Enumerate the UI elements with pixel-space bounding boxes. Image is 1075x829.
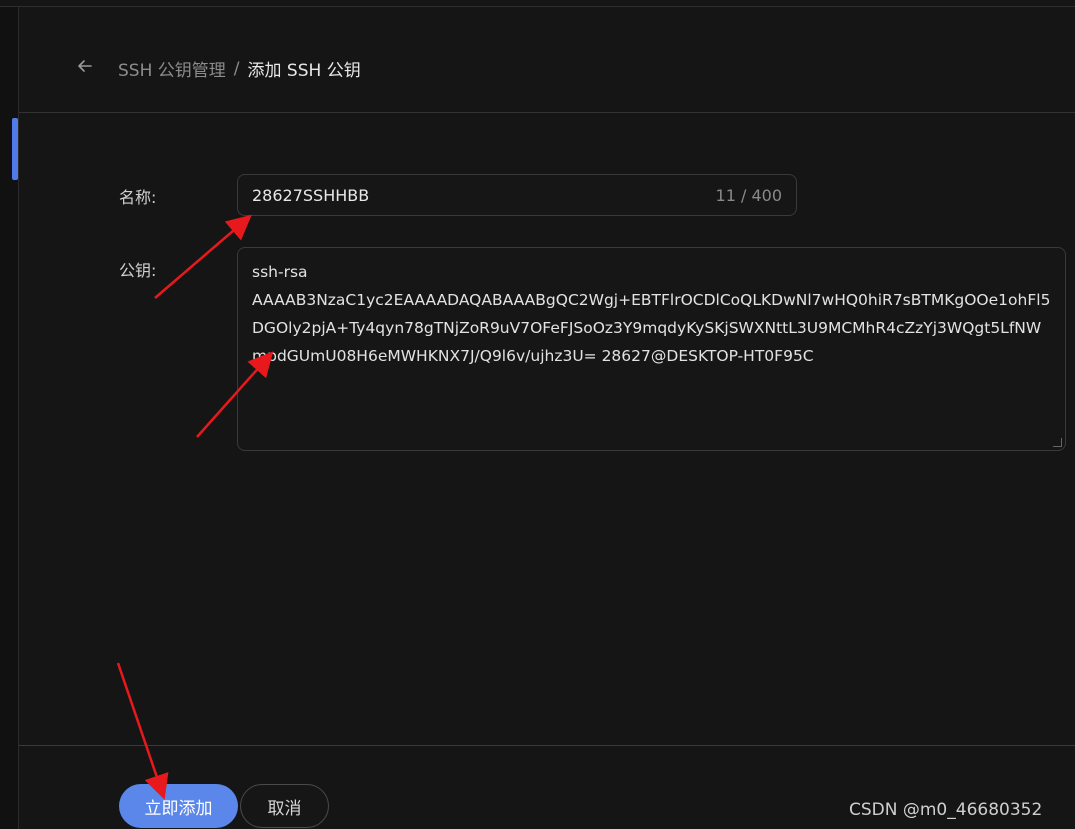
annotation-arrow-submit [116, 662, 169, 800]
sidebar-active-indicator [12, 118, 18, 180]
footer-divider [19, 745, 1075, 746]
textarea-resize-handle[interactable] [1053, 438, 1062, 447]
page-title: 添加 SSH 公钥 [247, 61, 361, 81]
arrow-left-icon [78, 60, 92, 72]
breadcrumb-parent-link[interactable]: SSH 公钥管理 [118, 56, 226, 81]
cancel-button[interactable]: 取消 [240, 784, 329, 828]
submit-add-button[interactable]: 立即添加 [119, 784, 238, 828]
page-header: SSH 公钥管理 / 添加 SSH 公钥 [19, 7, 1075, 113]
public-key-value: ssh-rsa AAAAB3NzaC1yc2EAAAADAQABAAABgQC2… [252, 263, 1051, 365]
name-input-value: 28627SSHHBB [252, 185, 370, 205]
name-input[interactable]: 28627SSHHBB 11 / 400 [237, 174, 797, 216]
public-key-textarea[interactable]: ssh-rsa AAAAB3NzaC1yc2EAAAADAQABAAABgQC2… [237, 247, 1066, 451]
annotation-arrow-name [154, 214, 252, 299]
breadcrumb: SSH 公钥管理 / 添加 SSH 公钥 [118, 56, 361, 82]
public-key-label: 公钥: [119, 261, 157, 280]
breadcrumb-separator: / [233, 58, 240, 79]
back-button[interactable] [74, 55, 96, 77]
name-char-counter: 11 / 400 [715, 185, 782, 205]
name-label: 名称: [119, 188, 157, 207]
add-ssh-key-page: SSH 公钥管理 / 添加 SSH 公钥 名称: 28627SSHHBB 11 … [0, 0, 1075, 829]
watermark-text: CSDN @m0_46680352 [849, 800, 1043, 820]
